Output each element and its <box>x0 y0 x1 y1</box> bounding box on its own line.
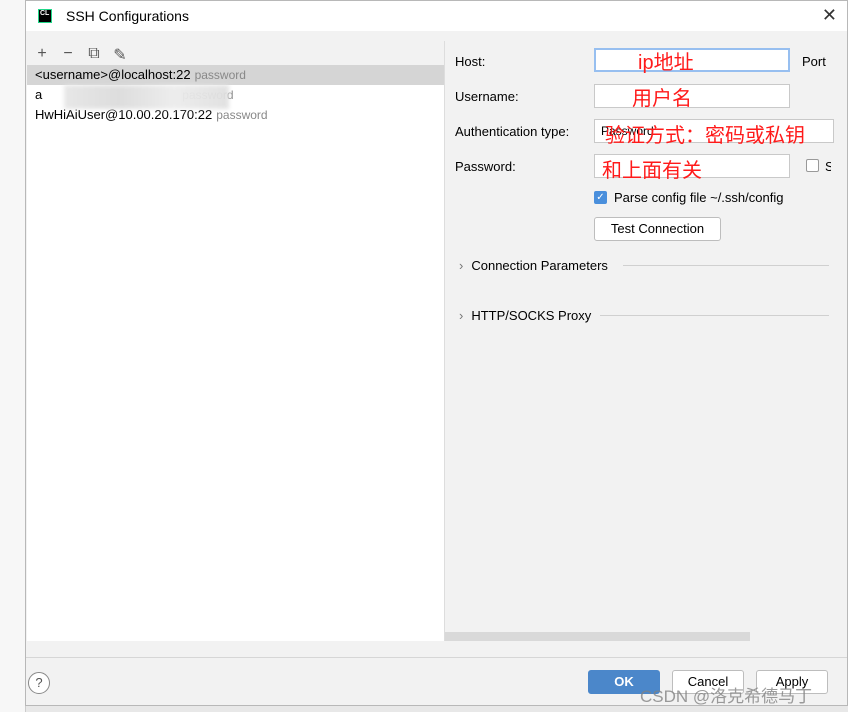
list-item[interactable]: <username>@localhost:22 password <box>27 65 444 85</box>
app-logo-icon: CL <box>38 9 52 23</box>
copy-icon[interactable]: ⧉ <box>86 45 102 65</box>
redaction-blur <box>64 85 229 109</box>
annotation-auth: 验证方式：密码或私钥 <box>605 125 805 147</box>
chevron-right-icon: › <box>459 258 464 273</box>
title-bar: CL SSH Configurations ✕ <box>26 1 847 31</box>
chevron-right-icon: › <box>459 308 464 323</box>
config-form: Host: Port Username: Authentication type… <box>444 41 848 641</box>
annotation-host: ip地址 <box>638 52 694 74</box>
help-button[interactable]: ? <box>28 672 50 694</box>
ssh-configurations-dialog: CL SSH Configurations ✕ + − ⧉ ✎ <usernam… <box>25 0 848 706</box>
close-icon[interactable]: ✕ <box>822 5 837 26</box>
item-label: a <box>35 87 43 102</box>
remove-icon[interactable]: − <box>60 45 76 65</box>
background-ide-strip <box>0 0 26 712</box>
annotation-username: 用户名 <box>632 88 692 110</box>
item-label: <username>@localhost:22 <box>35 67 191 82</box>
item-detail: password <box>194 68 246 82</box>
port-label: Port <box>802 54 826 69</box>
save-password-checkbox[interactable] <box>806 159 819 172</box>
auth-type-label: Authentication type: <box>455 124 570 139</box>
annotation-password: 和上面有关 <box>602 160 702 182</box>
dialog-title: SSH Configurations <box>66 8 189 24</box>
section-label: Connection Parameters <box>471 258 608 273</box>
divider <box>600 315 829 316</box>
password-label: Password: <box>455 159 516 174</box>
list-toolbar: + − ⧉ ✎ <box>34 45 128 65</box>
username-label: Username: <box>455 89 519 104</box>
parse-config-checkbox[interactable]: ✓ <box>594 191 607 204</box>
test-connection-button[interactable]: Test Connection <box>594 217 721 241</box>
parse-config-label: Parse config file ~/.ssh/config <box>614 190 784 205</box>
ssh-config-list: <username>@localhost:22password apasswor… <box>27 65 444 641</box>
watermark: CSDN @洛克希德马丁 <box>640 687 813 706</box>
username-input[interactable] <box>594 84 790 108</box>
http-socks-proxy-section[interactable]: › HTTP/SOCKS Proxy <box>459 308 591 323</box>
save-password-label: S <box>825 159 831 174</box>
item-label: HwHiAiUser@10.00.20.170:22 <box>35 107 213 122</box>
section-label: HTTP/SOCKS Proxy <box>471 308 592 323</box>
divider <box>623 265 829 266</box>
edit-icon[interactable]: ✎ <box>112 45 128 65</box>
host-label: Host: <box>455 54 486 69</box>
connection-parameters-section[interactable]: › Connection Parameters <box>459 258 608 273</box>
add-icon[interactable]: + <box>34 45 50 65</box>
item-detail: password <box>216 108 268 122</box>
horizontal-scrollbar[interactable] <box>445 632 750 641</box>
